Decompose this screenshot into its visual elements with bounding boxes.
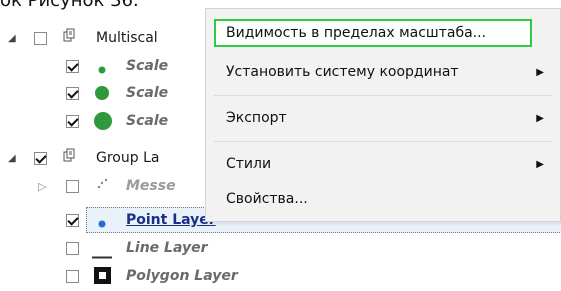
- menu-item-scale-visibility[interactable]: Видимость в пределах масштаба...: [214, 19, 532, 47]
- layer-checkbox[interactable]: [66, 179, 79, 193]
- menu-item-properties[interactable]: Свойства...: [206, 185, 560, 213]
- layer-checkbox[interactable]: [34, 31, 47, 45]
- medium-green-point-icon: [94, 85, 110, 105]
- polygon-symbol-icon: [94, 267, 111, 288]
- small-green-point-icon: [98, 62, 106, 78]
- submenu-arrow-icon: ▶: [536, 66, 544, 78]
- group-layer-icon: [62, 28, 78, 48]
- submenu-arrow-icon: ▶: [536, 158, 544, 170]
- layer-checkbox[interactable]: [66, 114, 79, 128]
- layer-label: Scale: [126, 113, 169, 129]
- menu-item-set-coordinate-system[interactable]: Установить систему координат ▶: [206, 58, 560, 86]
- layer-label: Multiscal: [96, 30, 158, 46]
- menu-item-export[interactable]: Экспорт ▶: [206, 104, 560, 132]
- menu-item-label: Видимость в пределах масштаба...: [226, 25, 487, 41]
- group-layer-icon: [62, 148, 78, 168]
- tree-row-polygon-layer[interactable]: Polygon Layer: [0, 262, 561, 290]
- layer-label: Scale: [126, 85, 169, 101]
- layer-checkbox[interactable]: [66, 269, 79, 283]
- context-menu: Видимость в пределах масштаба... Установ…: [205, 8, 561, 222]
- figure-caption: ок Рисунок 36.: [0, 0, 139, 11]
- layer-label: Group La: [96, 150, 160, 166]
- menu-item-label: Установить систему координат: [226, 64, 459, 80]
- menu-item-label: Свойства...: [226, 191, 308, 207]
- layer-label: Polygon Layer: [126, 268, 238, 284]
- menu-separator: [214, 141, 552, 142]
- submenu-arrow-icon: ▶: [536, 112, 544, 124]
- menu-item-label: Экспорт: [226, 110, 287, 126]
- layer-label: Point Layer: [126, 212, 216, 228]
- layer-label: Scale: [126, 58, 169, 74]
- layer-label: Line Layer: [126, 240, 208, 256]
- blue-point-icon: [98, 216, 106, 232]
- line-symbol-icon: [92, 247, 112, 263]
- menu-separator: [214, 95, 552, 96]
- menu-item-label: Стили: [226, 156, 272, 172]
- menu-item-styles[interactable]: Стили ▶: [206, 150, 560, 178]
- layer-checkbox[interactable]: [66, 213, 79, 227]
- expand-icon[interactable]: ◢: [8, 153, 16, 164]
- layer-checkbox[interactable]: [66, 86, 79, 100]
- scattered-points-icon: [96, 178, 108, 194]
- collapsed-expand-icon[interactable]: ▷: [38, 180, 46, 193]
- layer-label: Messe: [126, 178, 176, 194]
- layer-checkbox[interactable]: [34, 151, 47, 165]
- layer-checkbox[interactable]: [66, 59, 79, 73]
- tree-row-line-layer[interactable]: Line Layer: [0, 234, 561, 262]
- expand-icon[interactable]: ◢: [8, 33, 16, 44]
- layer-checkbox[interactable]: [66, 241, 79, 255]
- large-green-point-icon: [93, 111, 113, 135]
